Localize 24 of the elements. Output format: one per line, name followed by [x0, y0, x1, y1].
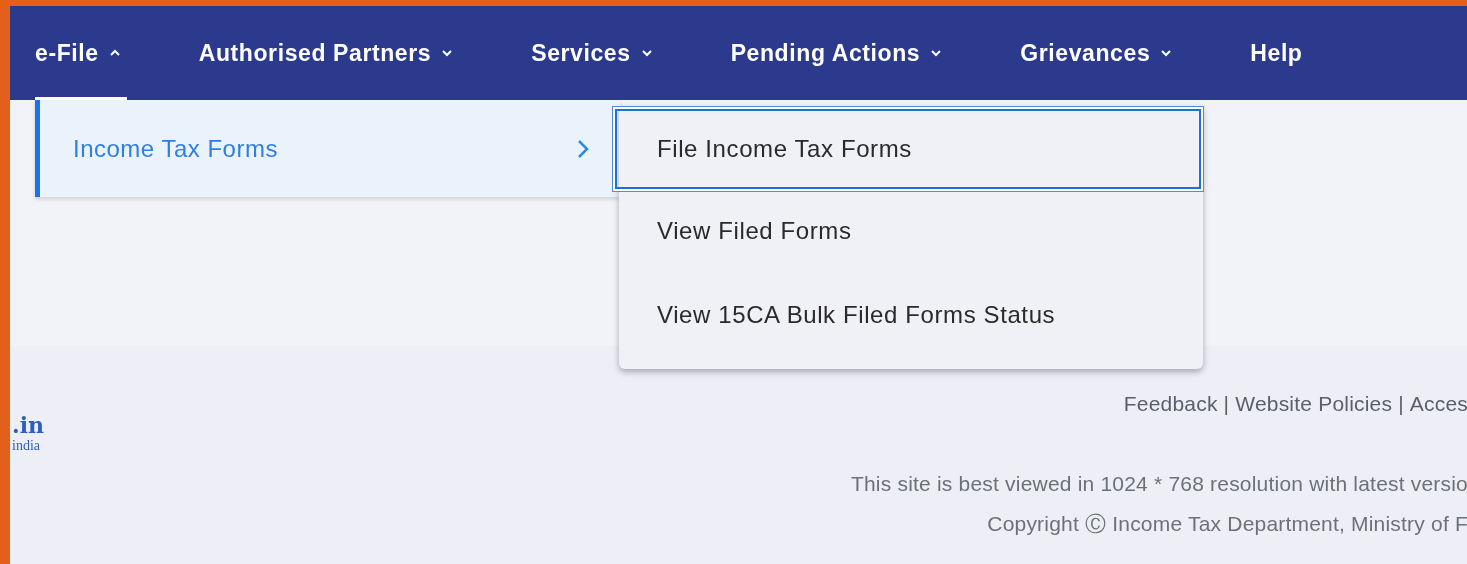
dropdown-item[interactable]: File Income Tax Forms	[615, 109, 1201, 189]
chevron-right-icon	[576, 137, 590, 160]
dropdown-item[interactable]: View Filed Forms	[619, 189, 1203, 273]
menu-item[interactable]: Income Tax Forms	[35, 100, 620, 197]
link-separator: |	[1223, 392, 1230, 416]
footer-link[interactable]: Website Policies	[1235, 392, 1393, 416]
caret-icon	[441, 49, 454, 57]
nav-menu-item[interactable]: Services	[531, 6, 653, 100]
link-separator: |	[1398, 392, 1404, 416]
dropdown-item[interactable]: View 15CA Bulk Filed Forms Status	[619, 273, 1203, 357]
footer-link[interactable]: Feedback	[1123, 392, 1218, 416]
caret-icon	[930, 49, 943, 57]
copyright-text: Copyright Ⓒ Income Tax Department, Ministry of F	[987, 511, 1467, 537]
nav-menu-item[interactable]: Grievances	[1020, 6, 1173, 100]
footer-link[interactable]: Acces	[1409, 392, 1467, 416]
caret-icon	[640, 49, 653, 57]
footer-note: This site is best viewed in 1024 * 768 resolution with latest versio	[850, 472, 1467, 496]
nav-menu-item[interactable]: Pending Actions	[730, 6, 943, 100]
nav-menu-item[interactable]: Authorised Partners	[198, 6, 454, 100]
caret-icon	[1160, 49, 1173, 57]
caret-icon	[108, 49, 121, 57]
logo-text: .in	[12, 412, 44, 438]
nav-menu-item[interactable]: Help	[1250, 6, 1303, 100]
logo-subtext: india	[12, 438, 41, 454]
